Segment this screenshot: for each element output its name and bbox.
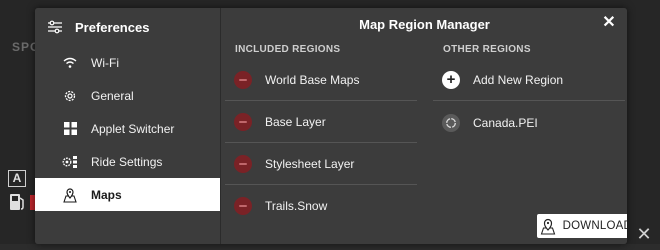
gear-icon [62,88,78,104]
remove-icon[interactable] [234,71,252,89]
sidebar-item-label: General [91,88,134,103]
loading-icon [442,113,460,132]
map-pin-icon [540,218,555,235]
remove-icon[interactable] [234,155,252,173]
region-label: Add New Region [473,73,564,87]
background-bottom-bar [0,244,660,250]
add-new-region-row[interactable]: + Add New Region [433,60,625,101]
sidebar-header: Preferences [35,8,220,46]
sidebar-item-label: Applet Switcher [91,121,175,136]
sidebar-item-applet-switcher[interactable]: Applet Switcher [35,112,220,145]
sidebar-item-label: Maps [91,187,122,202]
background-close-icon[interactable]: ✕ [636,225,652,243]
map-pin-icon [62,187,78,203]
region-label: Base Layer [265,115,326,129]
region-label: Trails.Snow [265,198,328,213]
sidebar-item-ride-settings[interactable]: Ride Settings [35,145,220,178]
sidebar-item-label: Ride Settings [91,154,163,169]
ride-settings-icon [62,154,78,170]
preferences-dialog: Preferences Wi-Fi General Applet Switche… [35,8,627,244]
region-label: Stylesheet Layer [265,157,355,171]
other-regions-header: OTHER REGIONS [443,44,531,55]
close-button[interactable]: ✕ [600,14,618,32]
included-region-row[interactable]: Stylesheet Layer [225,144,417,185]
sidebar-item-maps[interactable]: Maps [35,178,220,211]
sidebar-item-wifi[interactable]: Wi-Fi [35,46,220,79]
remove-icon[interactable] [234,113,252,131]
add-icon[interactable]: + [442,71,460,89]
included-region-row[interactable]: Trails.Snow [225,185,417,226]
sidebar-item-general[interactable]: General [35,79,220,112]
grid-icon [62,121,78,137]
page-title: Map Region Manager [359,17,490,32]
wifi-icon [62,55,78,71]
fuel-icon [10,194,24,210]
preferences-sidebar: Preferences Wi-Fi General Applet Switche… [35,8,221,244]
included-region-row[interactable]: World Base Maps [225,60,417,101]
other-region-row[interactable]: Canada.PEI [433,102,625,143]
map-region-manager: Map Region Manager ✕ INCLUDED REGIONS OT… [222,8,627,244]
included-region-row[interactable]: Base Layer [225,102,417,143]
region-label: World Base Maps [265,73,360,87]
sidebar-item-label: Wi-Fi [91,55,119,70]
region-label: Canada.PEI [473,115,538,130]
remove-icon[interactable] [234,196,252,215]
auto-badge: A [8,170,26,187]
download-update-button[interactable]: DOWNLOAD UPDATE [537,214,627,238]
sliders-icon [48,20,62,34]
included-regions-header: INCLUDED REGIONS [235,44,341,55]
sidebar-title: Preferences [75,19,150,35]
download-update-label: DOWNLOAD UPDATE [562,220,627,232]
